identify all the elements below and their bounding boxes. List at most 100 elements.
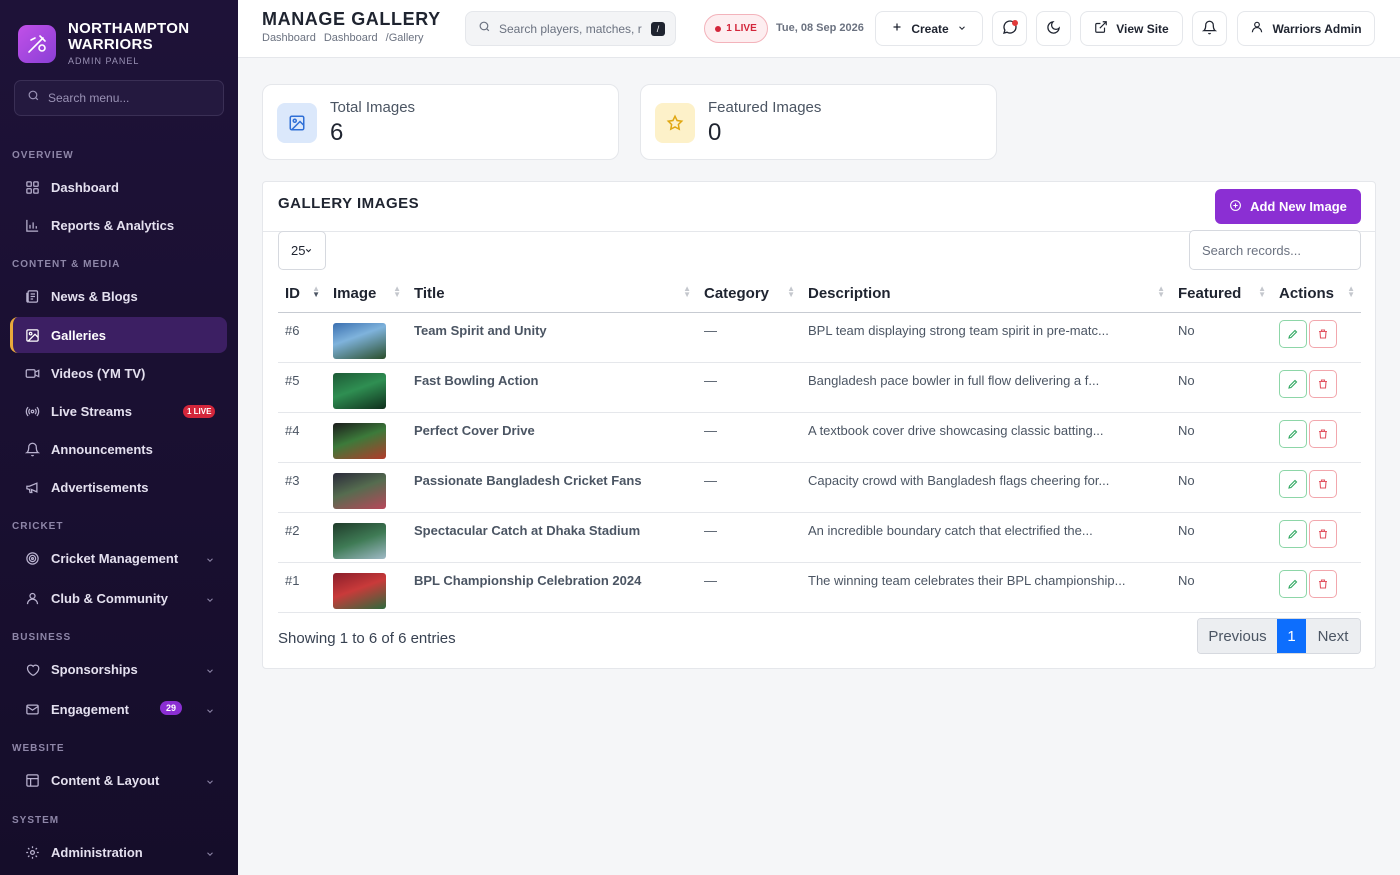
layout-icon [24,772,40,788]
delete-button[interactable] [1309,469,1337,498]
bell-icon [1201,20,1218,38]
user-icon [1250,20,1264,37]
cell-id: #4 [278,412,326,463]
cell-actions [1272,362,1361,413]
sidebar-item-galleries[interactable]: Galleries [10,317,227,353]
pencil-icon [1288,379,1298,389]
sidebar-item-engagement[interactable]: Engagement 29 [10,691,227,727]
section-business: BUSINESS [12,632,72,643]
stat-value: 6 [330,119,344,146]
thumbnail-image[interactable] [333,372,386,409]
edit-button[interactable] [1279,369,1307,398]
sidebar-item-sponsorships[interactable]: Sponsorships [10,651,227,687]
broadcast-icon [24,403,40,419]
sidebar-item-news[interactable]: News & Blogs [10,278,227,314]
breadcrumb-item[interactable]: Dashboard [324,32,378,44]
sidebar-item-cricket-management[interactable]: Cricket Management [10,540,227,576]
chevron-down-icon [957,22,967,36]
sidebar-item-dashboard[interactable]: Dashboard [10,169,227,205]
thumbnail-image[interactable] [333,322,386,359]
table-row: #6 Team Spirit and Unity — BPL team display… [278,312,1361,363]
sidebar-item-advertisements[interactable]: Advertisements [10,469,227,505]
live-indicator[interactable]: 1 LIVE [704,14,768,43]
thumbnail-image[interactable] [333,572,386,609]
column-header-title[interactable]: Title ▲ ▼ [407,275,697,313]
column-header-description[interactable]: Description ▲ ▼ [801,275,1171,313]
plus-circle-icon [1229,199,1242,215]
global-search-input[interactable] [499,21,649,36]
section-overview: OVERVIEW [12,150,74,161]
pencil-icon [1288,429,1298,439]
view-site-button[interactable]: View Site [1080,11,1183,46]
sidebar-item-live-streams[interactable]: Live Streams 1 LIVE [10,393,227,429]
add-new-image-button[interactable]: Add New Image [1215,189,1361,224]
column-header-featured[interactable]: Featured ▲ ▼ [1171,275,1272,313]
table-row: #3 Passionate Bangladesh Cricket Fans — Cap… [278,462,1361,513]
records-search-input[interactable] [1189,230,1361,270]
sidebar-item-videos[interactable]: Videos (YM TV) [10,355,227,391]
column-header-category[interactable]: Category ▲ ▼ [697,275,801,313]
page-1-button[interactable]: 1 [1277,619,1306,653]
edit-button[interactable] [1279,519,1307,548]
brand[interactable]: NORTHAMPTON WARRIORS ADMIN PANEL [0,0,238,70]
sidebar-item-label: Galleries [51,327,106,343]
sidebar-search-input[interactable] [48,91,208,105]
delete-button[interactable] [1309,519,1337,548]
star-icon [655,103,695,143]
edit-button[interactable] [1279,319,1307,348]
panel-title: GALLERY IMAGES [278,195,420,212]
notifications-button[interactable] [1192,11,1227,46]
cell-actions [1272,312,1361,363]
pencil-icon [1288,579,1298,589]
column-header-image[interactable]: Image ▲ ▼ [326,275,407,313]
column-header-id[interactable]: ID ▲ ▼ [278,275,326,313]
edit-button[interactable] [1279,419,1307,448]
delete-button[interactable] [1309,319,1337,348]
column-header-actions[interactable]: Actions ▲ ▼ [1272,275,1361,313]
cell-title: Spectacular Catch at Dhaka Stadium [407,512,697,563]
thumbnail-image[interactable] [333,522,386,559]
create-button[interactable]: Create [875,11,983,46]
next-page-button[interactable]: Next [1306,619,1360,653]
sort-icon: ▲ ▼ [1258,284,1266,299]
delete-button[interactable] [1309,419,1337,448]
trash-icon [1319,478,1327,489]
section-cricket: CRICKET [12,521,64,532]
breadcrumb: Dashboard Dashboard /Gallery [262,32,424,44]
stat-card-featured-images: Featured Images 0 [640,84,997,160]
brand-name-line2: WARRIORS [68,36,153,53]
thumbnail-image[interactable] [333,422,386,459]
sidebar: NORTHAMPTON WARRIORS ADMIN PANEL OVERVIE… [0,0,238,875]
page-length-select[interactable]: 25 [278,231,326,270]
mail-icon [24,701,40,717]
create-label: Create [911,21,949,36]
megaphone-icon [24,479,40,495]
edit-button[interactable] [1279,569,1307,598]
user-menu-button[interactable]: Warriors Admin [1237,11,1375,46]
messages-button[interactable] [992,11,1027,46]
breadcrumb-current: /Gallery [385,32,424,44]
previous-page-button[interactable]: Previous [1198,619,1277,653]
sidebar-item-label: Videos (YM TV) [51,365,146,381]
cell-description: A textbook cover drive showcasing classi… [801,412,1171,463]
sidebar-item-announcements[interactable]: Announcements [10,431,227,467]
sidebar-item-content-layout[interactable]: Content & Layout [10,762,227,798]
sidebar-item-label: Live Streams [51,403,132,419]
image-icon [277,103,317,143]
cell-featured: No [1171,512,1272,563]
breadcrumb-item[interactable]: Dashboard [262,32,316,44]
sidebar-item-administration[interactable]: Administration [10,834,227,870]
sidebar-item-club-community[interactable]: Club & Community [10,580,227,616]
thumbnail-image[interactable] [333,472,386,509]
cell-image [326,312,407,363]
delete-button[interactable] [1309,369,1337,398]
sidebar-item-label: Advertisements [51,479,149,495]
delete-button[interactable] [1309,569,1337,598]
theme-toggle-button[interactable] [1036,11,1071,46]
sidebar-item-reports[interactable]: Reports & Analytics [10,207,227,243]
chevron-down-icon [205,593,215,608]
sidebar-item-label: Cricket Management [51,550,179,566]
table-row: #2 Spectacular Catch at Dhaka Stadium — An … [278,512,1361,563]
edit-button[interactable] [1279,469,1307,498]
table-row: #4 Perfect Cover Drive — A textbook cover d… [278,412,1361,463]
